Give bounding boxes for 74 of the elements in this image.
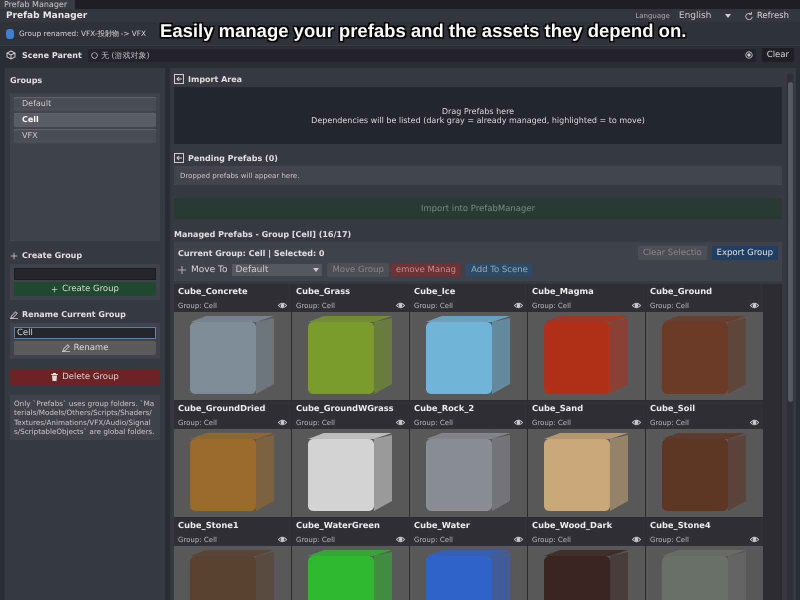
rename-group-title: Rename Current Group [22, 310, 126, 319]
prefab-name: Cube_Rock_2 [414, 403, 474, 413]
prefab-name: Cube_Stone1 [178, 520, 239, 530]
eye-icon [750, 301, 759, 310]
caret-icon [313, 268, 320, 272]
prefab-name: Cube_Water [414, 520, 470, 530]
cube-icon [6, 50, 16, 60]
prefab-name: Cube_WaterGreen [296, 520, 380, 530]
rename-field[interactable]: Cell [14, 327, 156, 339]
import-icon [174, 153, 184, 163]
prefab-name: Cube_Grass [296, 286, 350, 296]
move-icon [178, 266, 186, 274]
eye-icon [632, 535, 641, 544]
refresh-icon [744, 12, 753, 20]
pending-title: Pending Prefabs (0) [188, 154, 278, 162]
scene-parent-field[interactable]: 无 (游戏对象) [88, 48, 756, 62]
trash-icon [51, 373, 58, 381]
import-area-title: Import Area [188, 74, 242, 84]
eye-icon [514, 418, 523, 427]
eye-icon [278, 535, 287, 544]
caption-text: Easily manage your prefabs and the assets they depend on. [160, 20, 686, 42]
remove-button[interactable]: emove Manag [390, 263, 462, 277]
create-group-title: Create Group [22, 251, 82, 260]
prefab-name: Cube_Sand [532, 403, 584, 413]
eye-icon [514, 535, 523, 544]
export-group-button[interactable]: Export Group [712, 246, 778, 260]
move-to-label: Move To [191, 265, 228, 275]
groups-title: Groups [10, 76, 44, 85]
add-to-scene-button[interactable]: Add To Scene [466, 263, 533, 277]
eye-icon [396, 535, 405, 544]
delete-group-button[interactable]: Delete Group [10, 369, 160, 385]
clear-button[interactable]: Clear [762, 48, 794, 62]
refresh-button[interactable]: Refresh [740, 9, 794, 23]
window-title: Prefab Manager [6, 11, 88, 21]
prefab-name: Cube_Ice [414, 286, 456, 296]
target-icon [744, 51, 753, 59]
prefab-name: Cube_GroundDried [178, 403, 266, 413]
import-icon [174, 74, 184, 84]
managed-title: Managed Prefabs - Group [Cell] (16/17) [174, 230, 352, 239]
eye-icon [750, 418, 759, 427]
prefab-name: Cube_GroundWGrass [296, 403, 394, 413]
eye-icon [514, 301, 523, 310]
create-group-button[interactable]: Create Group [14, 282, 156, 296]
language-dropdown[interactable]: English [676, 10, 734, 22]
eye-icon [396, 301, 405, 310]
prefab-name: Cube_Wood_Dark [532, 520, 612, 530]
plus-icon [10, 252, 18, 260]
move-target-dropdown[interactable]: Default [232, 264, 322, 276]
scene-parent-label: Scene Parent [22, 50, 82, 60]
eye-icon [750, 535, 759, 544]
prefab-name: Cube_Magma [532, 286, 594, 296]
prefab-name: Cube_Concrete [178, 286, 248, 296]
window-tab[interactable]: Prefab Manager [0, 0, 76, 9]
group-name-field[interactable] [14, 268, 156, 280]
object-icon [90, 52, 98, 58]
prefab-name: Cube_Ground [650, 286, 712, 296]
pen-icon [10, 310, 18, 318]
group-item[interactable]: Cell [14, 113, 156, 127]
eye-icon [278, 418, 287, 427]
prefab-name: Cube_Soil [650, 403, 696, 413]
caret-icon [724, 14, 731, 18]
group-item[interactable]: VFX [14, 129, 156, 143]
eye-icon [278, 301, 287, 310]
plus-icon [51, 286, 58, 292]
rename-button[interactable]: Rename [14, 341, 156, 355]
eye-icon [632, 418, 641, 427]
info-icon [6, 29, 14, 39]
pen-icon [62, 344, 70, 352]
eye-icon [396, 418, 405, 427]
drop-zone[interactable]: Drag Prefabs here Dependencies will be listed (dark gray = already managed, highlighted = to move) [174, 87, 782, 144]
status-text: Current Group: Cell | Selected: 0 [178, 248, 326, 258]
eye-icon [632, 301, 641, 310]
prefab-name: Cube_Stone4 [650, 520, 711, 530]
group-item[interactable]: Default [14, 97, 156, 111]
